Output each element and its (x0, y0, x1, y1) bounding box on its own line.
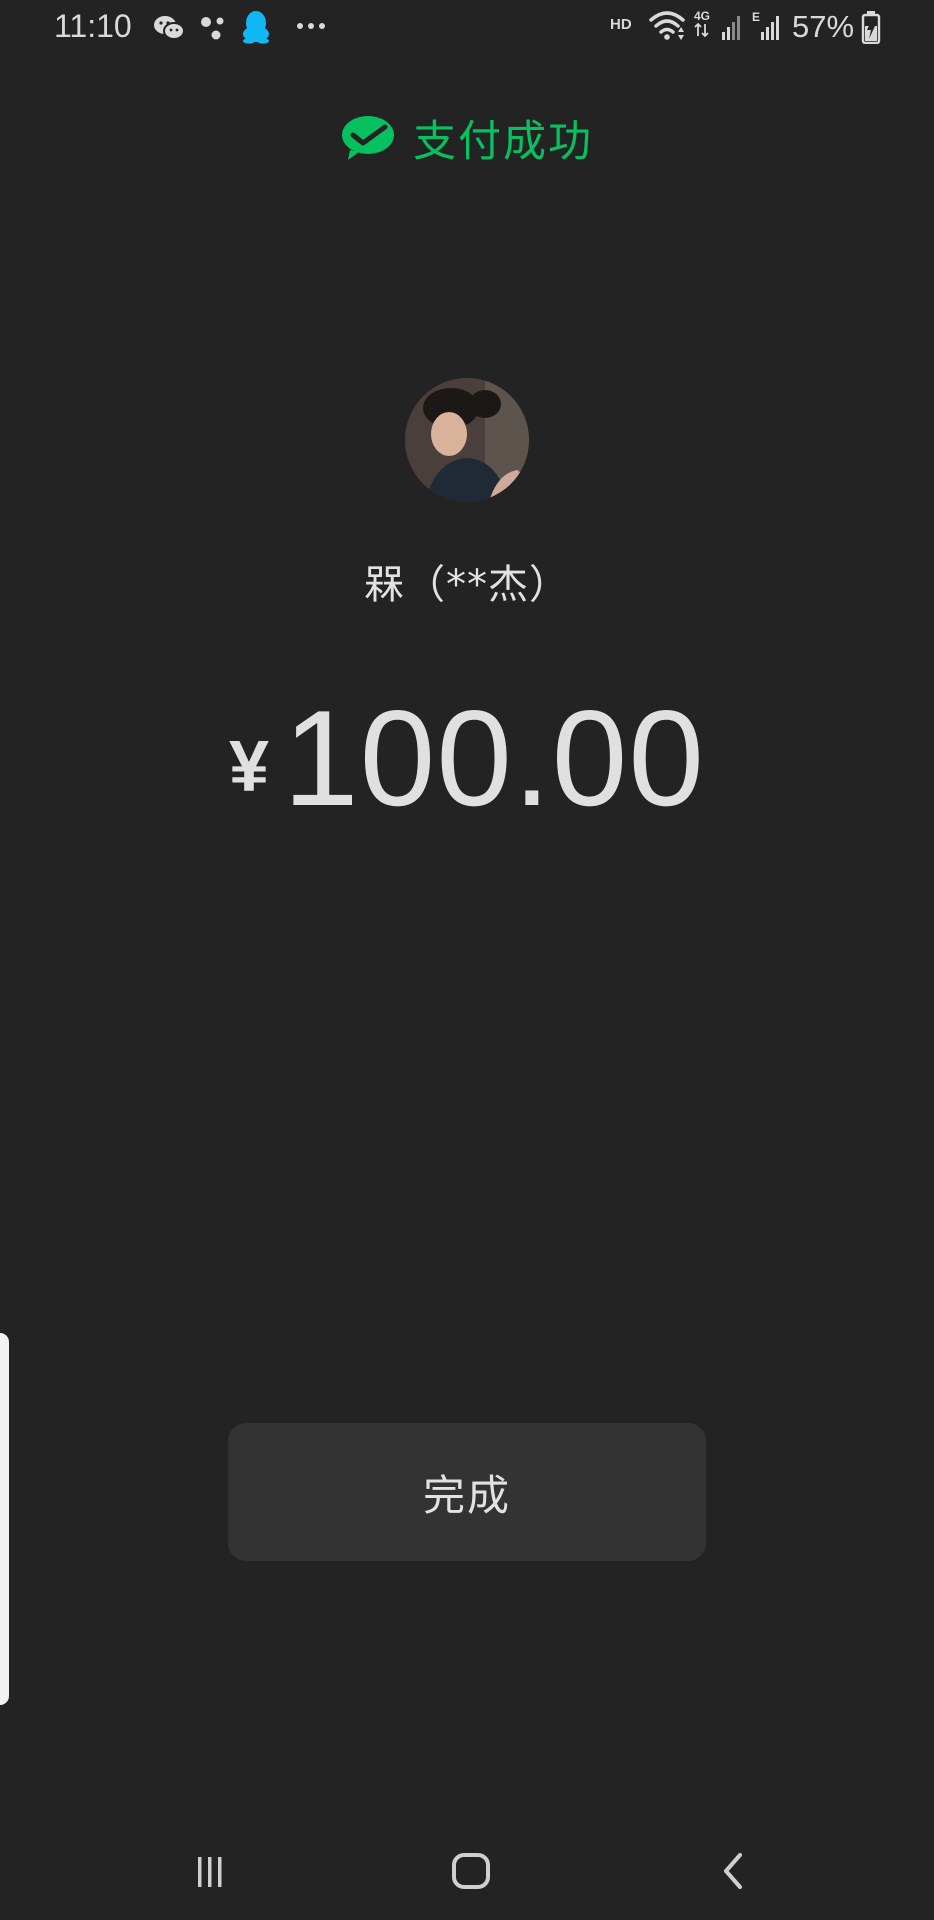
wechat-icon (154, 16, 185, 40)
wifi-icon (649, 11, 685, 40)
status-bar: 11:10 HD 4G E 57% (0, 0, 934, 58)
payment-success-title: 支付成功 (413, 117, 593, 167)
back-icon (724, 1853, 742, 1889)
dots-app-icon (201, 17, 224, 40)
svg-text:4G: 4G (694, 10, 710, 23)
battery-charging-icon (861, 11, 881, 44)
qq-icon (243, 11, 269, 44)
recents-button[interactable] (180, 1848, 240, 1894)
amount-value: 100.00 (283, 682, 705, 834)
home-button[interactable] (441, 1848, 501, 1894)
edge-panel-handle[interactable] (0, 1333, 9, 1705)
status-time: 11:10 (54, 8, 132, 44)
payment-amount: ¥ 100.00 (0, 680, 934, 836)
signal-e-icon: E (752, 10, 779, 40)
recents-icon (198, 1857, 222, 1887)
signal-4g-icon: 4G (694, 10, 740, 40)
battery-percent: 57% (792, 9, 855, 44)
home-icon (452, 1853, 490, 1889)
wechat-pay-icon (342, 116, 394, 160)
navigation-bar (0, 1820, 934, 1920)
avatar-photo (405, 378, 529, 502)
network-hd-label: HD (610, 16, 632, 33)
currency-symbol: ¥ (228, 727, 270, 807)
success-header: 支付成功 (0, 108, 934, 168)
payment-success-screen: 11:10 HD 4G E 57% 支付成功 槑（**杰） ¥ 100.00 完… (0, 0, 934, 1920)
payee-avatar (405, 378, 529, 502)
more-icon (297, 23, 325, 29)
back-button[interactable] (704, 1848, 764, 1894)
payee-name: 槑（**杰） (364, 562, 570, 608)
svg-text:E: E (752, 10, 760, 24)
done-button-label: 完成 (422, 1470, 511, 1520)
done-button[interactable]: 完成 (228, 1423, 706, 1561)
